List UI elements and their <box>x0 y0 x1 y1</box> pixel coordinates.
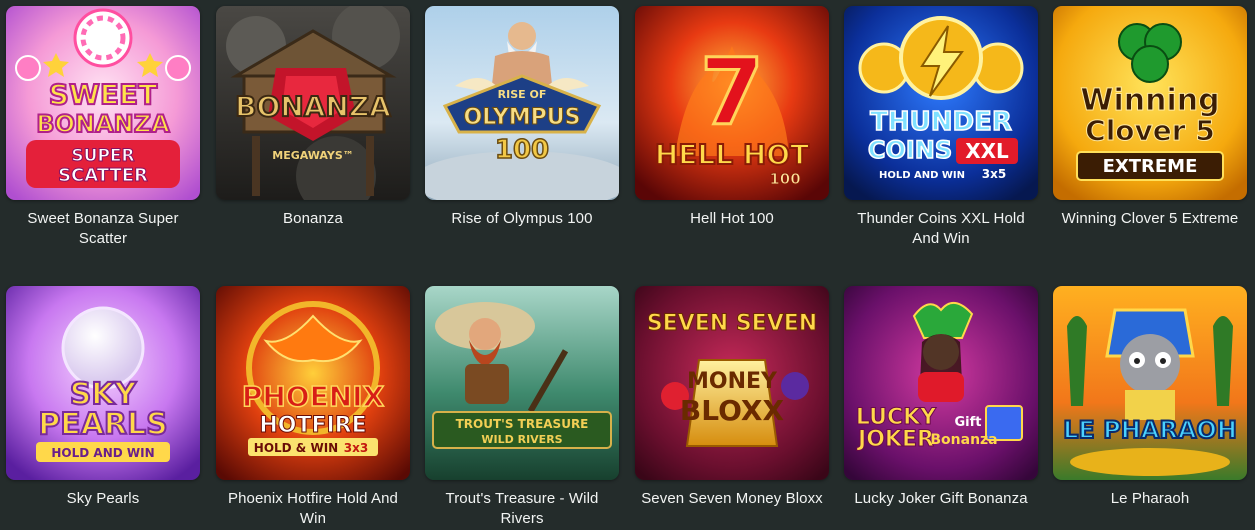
game-card-thunder-coins-xxl[interactable]: THUNDER COINS XXL HOLD AND WIN 3x5 Thund… <box>844 6 1038 249</box>
game-card-seven-seven-money-bloxx[interactable]: SEVEN SEVEN MONEY BLOXX Seven Seven Mone… <box>635 286 829 509</box>
logo-line: TROUT'S TREASURE <box>456 417 589 431</box>
game-card-hell-hot-100[interactable]: 7 HELL HOT 100 Hell Hot 100 <box>635 6 829 229</box>
phoenix-hotfire-artwork: PHOENIX HOTFIRE HOLD & WIN 3x3 <box>216 286 410 480</box>
game-title[interactable]: Le Pharaoh <box>1053 489 1247 509</box>
bonanza-artwork: BONANZA MEGAWAYS™ <box>216 6 410 200</box>
logo-line: Clover 5 <box>1085 114 1215 147</box>
game-grid: SWEET BONANZA SUPER SCATTER Sweet Bonanz… <box>0 0 1255 530</box>
logo-line: HOLD AND WIN <box>51 446 154 460</box>
logo-line: XXL <box>965 139 1009 163</box>
logo-line: 100 <box>769 170 800 188</box>
logo-line: 100 <box>495 135 549 165</box>
game-thumbnail[interactable]: SWEET BONANZA SUPER SCATTER <box>6 6 200 200</box>
logo-line: Gift <box>955 415 982 430</box>
logo-line: THUNDER <box>870 107 1012 137</box>
logo-line: Bonanza <box>930 432 997 448</box>
le-pharaoh-artwork: LE PHARAOH <box>1053 286 1247 480</box>
game-title[interactable]: Winning Clover 5 Extreme <box>1053 209 1247 229</box>
game-thumbnail[interactable]: BONANZA MEGAWAYS™ <box>216 6 410 200</box>
logo-line: HELL HOT <box>655 138 809 171</box>
logo-line: PEARLS <box>38 407 168 442</box>
logo-line: COINS <box>868 136 952 164</box>
logo-line: WILD RIVERS <box>481 433 562 446</box>
game-title[interactable]: Lucky Joker Gift Bonanza <box>844 489 1038 509</box>
game-thumbnail[interactable]: TROUT'S TREASURE WILD RIVERS <box>425 286 619 480</box>
game-card-sweet-bonanza-super-scatter[interactable]: SWEET BONANZA SUPER SCATTER Sweet Bonanz… <box>6 6 200 249</box>
logo-line: OLYMPUS <box>464 105 581 130</box>
logo-line: SEVEN SEVEN <box>647 311 817 336</box>
game-card-trouts-treasure[interactable]: TROUT'S TREASURE WILD RIVERS Trout's Tre… <box>425 286 619 529</box>
game-title[interactable]: Trout's Treasure - Wild Rivers <box>425 489 619 529</box>
game-title[interactable]: Sky Pearls <box>6 489 200 509</box>
logo-line: HOLD & WIN <box>254 441 338 455</box>
game-thumbnail[interactable]: 7 HELL HOT 100 <box>635 6 829 200</box>
lucky-joker-artwork: LUCKY JOKER Gift Bonanza <box>844 286 1038 480</box>
winning-clover-artwork: Winning Clover 5 EXTREME <box>1053 6 1247 200</box>
logo-line: SCATTER <box>58 165 148 186</box>
sweet-bonanza-artwork: SWEET BONANZA SUPER SCATTER <box>6 6 200 200</box>
game-card-phoenix-hotfire[interactable]: PHOENIX HOTFIRE HOLD & WIN 3x3 Phoenix H… <box>216 286 410 529</box>
logo-line: SWEET <box>49 78 157 111</box>
logo-line: MONEY <box>687 369 778 394</box>
logo-line: BONANZA <box>36 110 170 138</box>
game-card-rise-of-olympus-100[interactable]: RISE OF OLYMPUS 100 Rise of Olympus 100 <box>425 6 619 229</box>
logo-line: HOLD AND WIN <box>879 170 965 181</box>
logo-line: 3x3 <box>344 441 368 455</box>
logo-line: LE PHARAOH <box>1063 416 1237 444</box>
game-card-winning-clover-5-extreme[interactable]: Winning Clover 5 EXTREME Winning Clover … <box>1053 6 1247 229</box>
logo-line: JOKER <box>856 427 934 452</box>
thunder-coins-artwork: THUNDER COINS XXL HOLD AND WIN 3x5 <box>844 6 1038 200</box>
game-thumbnail[interactable]: SEVEN SEVEN MONEY BLOXX <box>635 286 829 480</box>
game-title[interactable]: Phoenix Hotfire Hold And Win <box>216 489 410 529</box>
logo-line: 3x5 <box>982 167 1006 181</box>
trouts-treasure-artwork: TROUT'S TREASURE WILD RIVERS <box>425 286 619 480</box>
game-thumbnail[interactable]: THUNDER COINS XXL HOLD AND WIN 3x5 <box>844 6 1038 200</box>
logo-line: MEGAWAYS™ <box>272 149 354 162</box>
logo-line: RISE OF <box>498 88 547 101</box>
logo-line: BLOXX <box>680 394 785 427</box>
game-card-sky-pearls[interactable]: SKY PEARLS HOLD AND WIN Sky Pearls <box>6 286 200 509</box>
game-thumbnail[interactable]: SKY PEARLS HOLD AND WIN <box>6 286 200 480</box>
rise-of-olympus-artwork: RISE OF OLYMPUS 100 <box>425 6 619 200</box>
game-title[interactable]: Bonanza <box>216 209 410 229</box>
game-card-bonanza[interactable]: BONANZA MEGAWAYS™ Bonanza <box>216 6 410 229</box>
game-title[interactable]: Thunder Coins XXL Hold And Win <box>844 209 1038 249</box>
logo-line: HOTFIRE <box>259 413 366 438</box>
game-title[interactable]: Sweet Bonanza Super Scatter <box>6 209 200 249</box>
game-thumbnail[interactable]: LUCKY JOKER Gift Bonanza <box>844 286 1038 480</box>
game-thumbnail[interactable]: PHOENIX HOTFIRE HOLD & WIN 3x3 <box>216 286 410 480</box>
game-title[interactable]: Hell Hot 100 <box>635 209 829 229</box>
game-title[interactable]: Seven Seven Money Bloxx <box>635 489 829 509</box>
logo-line: 7 <box>700 39 764 146</box>
game-thumbnail[interactable]: RISE OF OLYMPUS 100 <box>425 6 619 200</box>
logo-line: SUPER <box>71 146 134 166</box>
game-card-le-pharaoh[interactable]: LE PHARAOH Le Pharaoh <box>1053 286 1247 509</box>
logo-line: EXTREME <box>1103 156 1198 177</box>
game-thumbnail[interactable]: LE PHARAOH <box>1053 286 1247 480</box>
logo-line: PHOENIX <box>242 380 385 413</box>
game-title[interactable]: Rise of Olympus 100 <box>425 209 619 229</box>
seven-seven-artwork: SEVEN SEVEN MONEY BLOXX <box>635 286 829 480</box>
logo-line: Winning <box>1080 83 1219 118</box>
game-card-lucky-joker-gift-bonanza[interactable]: LUCKY JOKER Gift Bonanza Lucky Joker Gif… <box>844 286 1038 509</box>
game-thumbnail[interactable]: Winning Clover 5 EXTREME <box>1053 6 1247 200</box>
sky-pearls-artwork: SKY PEARLS HOLD AND WIN <box>6 286 200 480</box>
logo-line: BONANZA <box>235 90 391 123</box>
hell-hot-artwork: 7 HELL HOT 100 <box>635 6 829 200</box>
